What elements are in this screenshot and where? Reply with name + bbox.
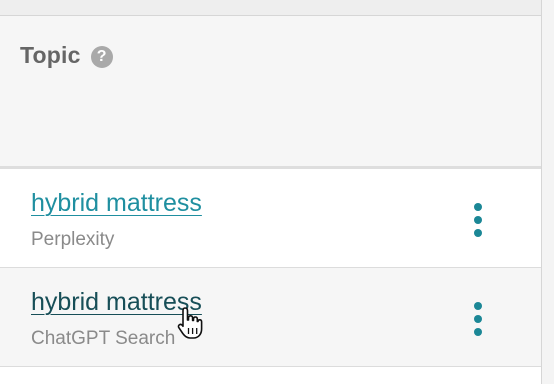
topic-link[interactable]: hybrid mattress — [31, 189, 202, 218]
table-next-row — [0, 367, 541, 384]
table-row: hybrid mattress Perplexity — [0, 169, 541, 267]
source-label: ChatGPT Search — [31, 328, 176, 349]
kebab-dot — [474, 302, 482, 310]
table-header: Topic ? — [0, 16, 541, 166]
table-top-band — [0, 0, 541, 16]
help-icon[interactable]: ? — [90, 45, 113, 68]
adjacent-column-edge — [541, 0, 554, 384]
pointer-hand-icon — [177, 307, 203, 339]
kebab-dot — [474, 203, 482, 211]
table-row: hybrid mattress ChatGPT Search — [0, 268, 541, 366]
kebab-menu-icon[interactable] — [470, 203, 486, 237]
kebab-dot — [474, 328, 482, 336]
column-header-label: Topic — [20, 42, 81, 68]
kebab-dot — [474, 216, 482, 224]
kebab-dot — [474, 315, 482, 323]
source-label: Perplexity — [31, 229, 115, 250]
kebab-menu-icon[interactable] — [470, 302, 486, 336]
column-header-topic[interactable]: Topic ? — [20, 42, 113, 69]
kebab-dot — [474, 229, 482, 237]
